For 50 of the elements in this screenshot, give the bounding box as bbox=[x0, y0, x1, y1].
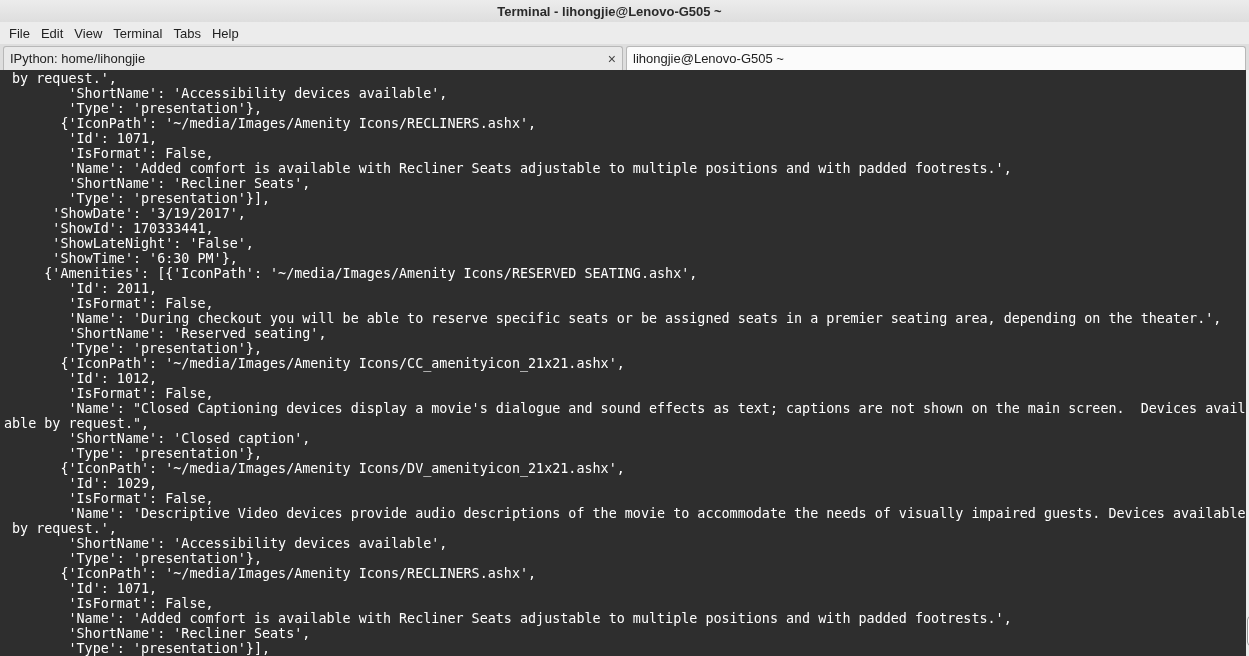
terminal-line: 'Name': 'Added comfort is available with Recliner Seats adjustable to multiple positions and with padded footrests.', bbox=[67, 161, 1012, 176]
window-title: Terminal - lihongjie@Lenovo-G505 ~ bbox=[497, 3, 722, 19]
terminal-line: {'IconPath': '~/media/Images/Amenity Icons/DV_amenityicon_21x21.ashx', bbox=[59, 461, 625, 476]
terminal-line: by request.', bbox=[11, 71, 117, 86]
terminal-line: 'IsFormat': False, bbox=[67, 146, 214, 161]
terminal-line: 'Id': 1071, bbox=[67, 131, 158, 146]
terminal-line: 'Name': 'During checkout you will be able to reserve specific seats or be assigned seats in a premier seating area, depending on the theater.', bbox=[67, 311, 1222, 326]
terminal-line: 'Id': 2011, bbox=[67, 281, 158, 296]
terminal-line: 'ShortName': 'Accessibility devices available', bbox=[67, 536, 448, 551]
terminal-tab[interactable]: lihongjie@Lenovo-G505 ~ bbox=[626, 46, 1246, 70]
terminal-line: 'ShortName': 'Recliner Seats', bbox=[67, 176, 311, 191]
menu-item[interactable]: View bbox=[69, 25, 109, 41]
terminal-line: 'IsFormat': False, bbox=[67, 296, 214, 311]
menu-item[interactable]: Tabs bbox=[168, 25, 207, 41]
terminal-line: by request.', bbox=[11, 521, 117, 536]
menu-item[interactable]: File bbox=[4, 25, 36, 41]
close-icon[interactable]: × bbox=[607, 50, 616, 67]
terminal-line: 'ShortName': 'Accessibility devices available', bbox=[67, 86, 448, 101]
terminal-tab[interactable]: IPython: home/lihongjie × bbox=[3, 46, 623, 70]
terminal-line: {'Amenities': [{'IconPath': '~/media/Images/Amenity Icons/RESERVED SEATING.ashx', bbox=[43, 266, 698, 281]
terminal-line: 'Id': 1029, bbox=[67, 476, 158, 491]
terminal-line: 'Type': 'presentation'}], bbox=[67, 191, 271, 206]
terminal-line: {'IconPath': '~/media/Images/Amenity Icons/RECLINERS.ashx', bbox=[59, 116, 537, 131]
terminal-line: 'ShortName': 'Recliner Seats', bbox=[67, 626, 311, 641]
terminal-line: 'Name': 'Descriptive Video devices provide audio descriptions of the movie to accommodate the needs of visually impaired guests. Devices available bbox=[67, 506, 1246, 521]
terminal-line: 'Name': 'Added comfort is available with Recliner Seats adjustable to multiple positions and with padded footrests.', bbox=[67, 611, 1012, 626]
terminal-line: 'IsFormat': False, bbox=[67, 596, 214, 611]
terminal-line: able by request.", bbox=[4, 416, 150, 431]
terminal-line: 'ShowDate': '3/19/2017', bbox=[51, 206, 246, 221]
terminal-line: 'Type': 'presentation'}, bbox=[67, 551, 262, 566]
terminal-line: 'Name': "Closed Captioning devices display a movie's dialogue and sound effects as text; captions are not shown on the main screen. Devices avail bbox=[67, 401, 1246, 416]
terminal-line: 'ShowTime': '6:30 PM'}, bbox=[51, 251, 238, 266]
terminal-line: 'ShowId': 170333441, bbox=[51, 221, 214, 236]
terminal-line: 'Type': 'presentation'}], bbox=[67, 641, 271, 656]
terminal-line: 'Id': 1071, bbox=[67, 581, 158, 596]
terminal-line: {'IconPath': '~/media/Images/Amenity Icons/RECLINERS.ashx', bbox=[59, 566, 537, 581]
menu-item[interactable]: Terminal bbox=[108, 25, 169, 41]
terminal-line: {'IconPath': '~/media/Images/Amenity Icons/CC_amenityicon_21x21.ashx', bbox=[59, 356, 625, 371]
menu-item[interactable]: Edit bbox=[35, 25, 70, 41]
terminal-line: 'IsFormat': False, bbox=[67, 386, 214, 401]
terminal-line: 'IsFormat': False, bbox=[67, 491, 214, 506]
scrollbar[interactable] bbox=[1245, 70, 1249, 656]
terminal-line: 'ShortName': 'Closed caption', bbox=[67, 431, 311, 446]
terminal-line: 'Type': 'presentation'}, bbox=[67, 101, 262, 116]
terminal-line: 'Type': 'presentation'}, bbox=[67, 446, 262, 461]
terminal-line: 'ShowLateNight': 'False', bbox=[51, 236, 254, 251]
terminal-line: 'Type': 'presentation'}, bbox=[67, 341, 262, 356]
terminal-line: 'Id': 1012, bbox=[67, 371, 158, 386]
terminal-line: 'ShortName': 'Reserved seating', bbox=[67, 326, 327, 341]
menu-item[interactable]: Help bbox=[206, 25, 245, 41]
